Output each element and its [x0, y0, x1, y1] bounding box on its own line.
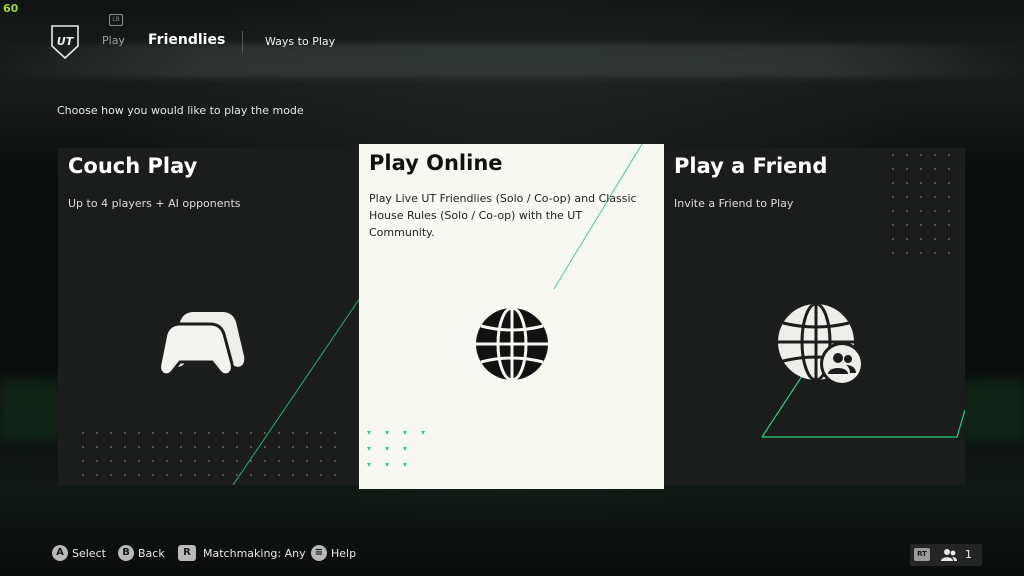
card-description: Invite a Friend to Play [674, 197, 794, 210]
globe-friends-icon [778, 302, 864, 386]
nav-tab-friendlies[interactable]: Friendlies [148, 32, 225, 48]
button-hints-bar: A Select B Back R Matchmaking: Any ≡ Hel… [0, 540, 1024, 568]
play-online-card[interactable]: Play Online Play Live UT Friendlies (Sol… [359, 144, 664, 489]
rt-button-icon: RT [914, 548, 930, 561]
menu-button-icon: ≡ [311, 545, 327, 561]
nav-ways-to-play: Ways to Play [265, 35, 336, 48]
card-title: Couch Play [68, 154, 198, 178]
right-stick-icon: R [178, 545, 196, 561]
back-hint[interactable]: Back [138, 547, 165, 560]
card-description: Play Live UT Friendlies (Solo / Co-op) a… [369, 192, 637, 239]
a-button-icon: A [52, 545, 68, 561]
card-title: Play a Friend [674, 154, 828, 178]
b-button-icon: B [118, 545, 134, 561]
logo-text: UT [57, 35, 75, 48]
play-a-friend-card[interactable]: Play a Friend Invite a Friend to Play [664, 148, 965, 485]
nav-tab-play[interactable]: Play [102, 34, 125, 47]
matchmaking-hint[interactable]: Matchmaking: Any [203, 547, 306, 560]
friends-icon [941, 549, 957, 561]
page-subtitle: Choose how you would like to play the mo… [57, 104, 304, 117]
nav-divider [242, 31, 243, 53]
lb-icon: LB [109, 14, 123, 26]
card-description: Up to 4 players + AI opponents [68, 197, 241, 210]
help-hint[interactable]: Help [331, 547, 356, 560]
friends-count: 1 [965, 548, 972, 561]
card-title: Play Online [369, 151, 503, 175]
couch-play-card[interactable]: Couch Play Up to 4 players + AI opponent… [58, 148, 360, 485]
controllers-icon [158, 312, 245, 377]
friends-online-indicator[interactable]: RT 1 [910, 544, 982, 566]
dot-pattern [76, 426, 344, 476]
top-navigation: UT LB Play Friendlies Ways to Play [0, 0, 1024, 80]
select-hint[interactable]: Select [72, 547, 106, 560]
ut-logo-icon: UT [51, 25, 79, 60]
globe-icon [476, 306, 548, 382]
